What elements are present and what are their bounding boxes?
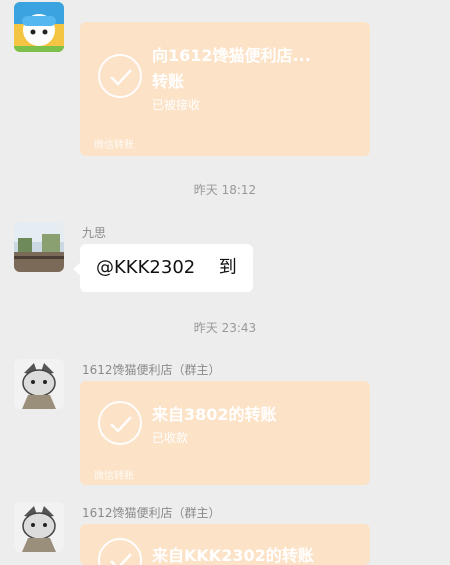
transfer-card[interactable]: 向1612馋猫便利店... 转账 已被接收 微信转账 (80, 22, 370, 156)
check-circle-icon (98, 401, 142, 445)
timestamp: 昨天 23:43 (193, 321, 257, 335)
message-bubble[interactable]: @KKK2302 到 (73, 244, 253, 292)
avatar[interactable] (14, 359, 64, 409)
sender-name: 九思 (82, 226, 107, 240)
transfer-footer: 微信转账 (94, 471, 134, 482)
transfer-status: 已被接收 (152, 98, 201, 112)
transfer-card[interactable]: 来自3802的转账 已收款 微信转账 (80, 381, 370, 485)
transfer-title: 来自3802的转账 (152, 405, 277, 424)
chat-window: 向1612馋猫便利店... 转账 已被接收 微信转账 昨天 18:12 九思 @… (0, 0, 450, 565)
transfer-footer: 微信转账 (94, 140, 134, 151)
sender-name: 1612馋猫便利店（群主） (82, 363, 221, 377)
check-circle-icon (98, 54, 142, 98)
transfer-status: 已收款 (152, 431, 189, 445)
avatar[interactable] (14, 2, 64, 52)
timestamp: 昨天 18:12 (193, 183, 257, 197)
transfer-title-line2: 转账 (152, 72, 185, 91)
transfer-card[interactable]: 来自KKK2302的转账 (80, 524, 370, 565)
check-circle-icon (98, 538, 142, 565)
transfer-title: 向1612馋猫便利店... (152, 46, 311, 65)
avatar[interactable] (14, 502, 64, 552)
transfer-title: 来自KKK2302的转账 (152, 546, 314, 565)
sender-name: 1612馋猫便利店（群主） (82, 506, 221, 520)
mention-text[interactable]: @KKK2302 (96, 257, 195, 278)
message-text: 到 (218, 257, 237, 278)
avatar[interactable] (14, 222, 64, 272)
